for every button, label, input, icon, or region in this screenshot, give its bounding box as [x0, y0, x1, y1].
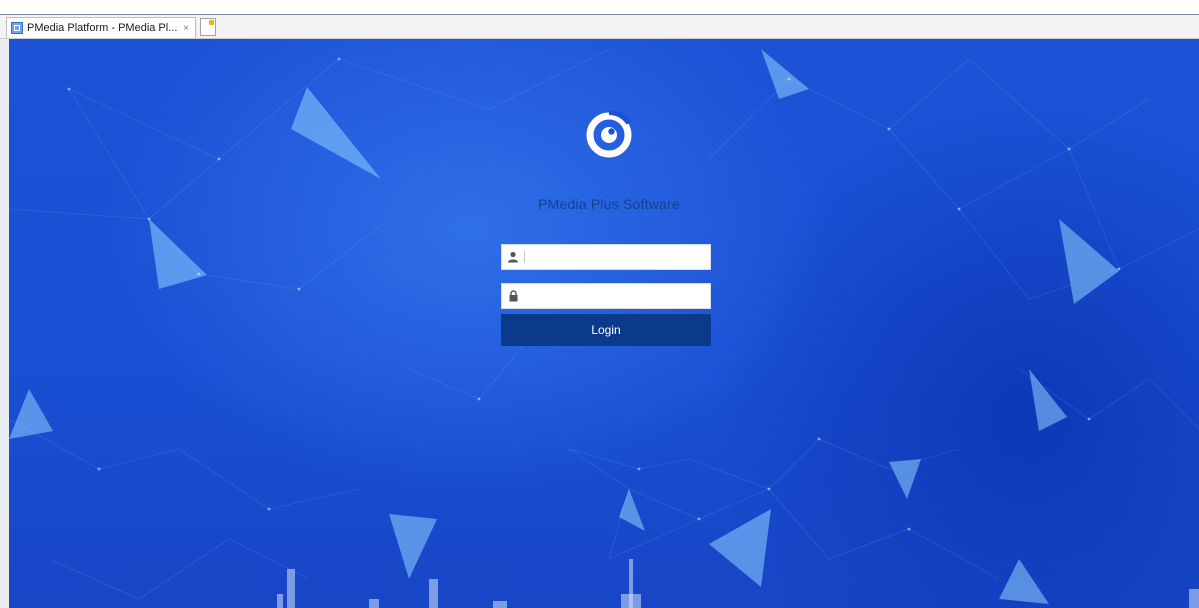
username-input[interactable] [525, 247, 710, 267]
browser-tab-bar: PMedia Platform - PMedia Pl... × [0, 14, 1199, 39]
user-icon [502, 245, 524, 269]
new-tab-icon[interactable] [200, 18, 216, 36]
window-left-edge [0, 39, 9, 608]
browser-tab-favicon-icon [11, 22, 23, 34]
login-page: PMedia Plus Software Login [9, 39, 1199, 608]
app-logo-icon [586, 111, 632, 158]
brand-title: PMedia Plus Software [538, 196, 680, 212]
browser-tab[interactable]: PMedia Platform - PMedia Pl... × [6, 17, 196, 38]
browser-tab-title: PMedia Platform - PMedia Pl... [27, 22, 178, 34]
password-input[interactable] [524, 286, 710, 306]
username-field[interactable] [501, 244, 711, 270]
lock-icon [502, 284, 524, 308]
password-field[interactable] [501, 283, 711, 309]
login-button[interactable]: Login [501, 314, 711, 346]
close-tab-icon[interactable]: × [180, 23, 192, 34]
window-frame [0, 0, 1199, 14]
